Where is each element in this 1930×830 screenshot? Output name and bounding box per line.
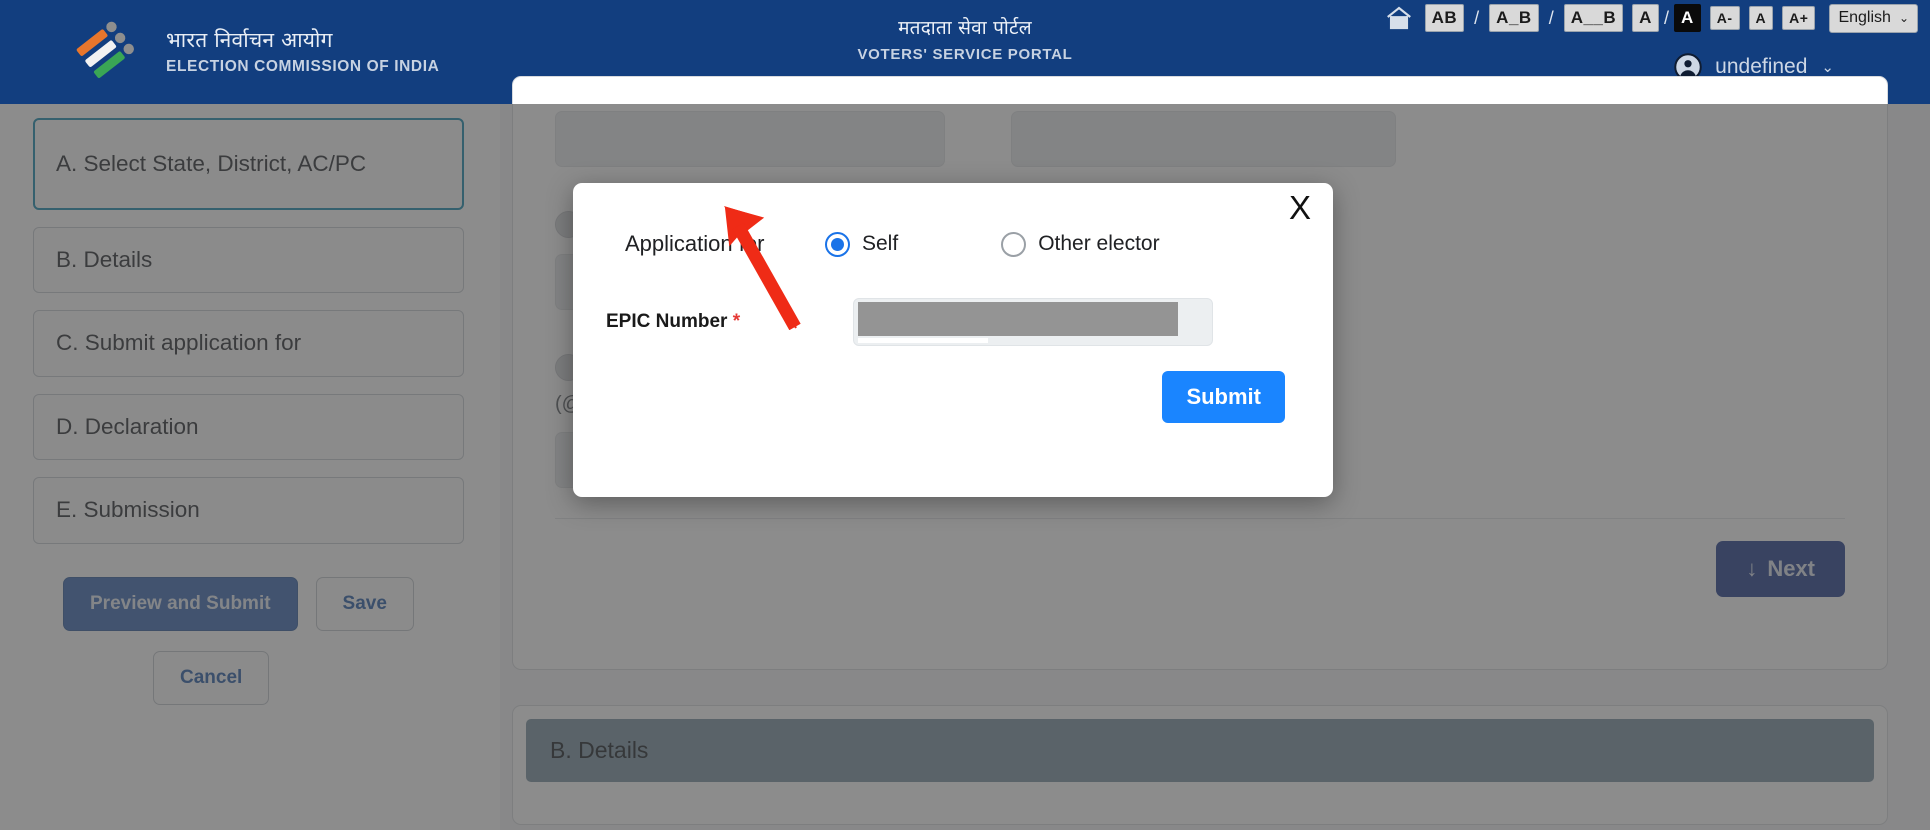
contrast-dark-button[interactable]: A: [1673, 4, 1701, 32]
epic-number-row: EPIC Number *: [573, 257, 1333, 346]
accessibility-toolbar: AB / A_B / A__B A / A A- A A+ English ⌄: [1382, 3, 1918, 33]
self-radio[interactable]: [825, 231, 850, 257]
other-elector-radio-option[interactable]: Other elector: [1001, 231, 1160, 257]
brand-title-hindi: भारत निर्वाचन आयोग: [166, 28, 333, 53]
letter-spacing-normal-button[interactable]: AB: [1424, 4, 1465, 32]
font-increase-button[interactable]: A+: [1782, 6, 1816, 30]
input-underline: [858, 338, 988, 343]
contrast-light-button[interactable]: A: [1632, 4, 1659, 32]
modal-action-row: Submit: [573, 346, 1333, 423]
application-for-row: Application for Self Other elector: [573, 183, 1333, 257]
brand-title-english: ELECTION COMMISSION OF INDIA: [166, 58, 440, 76]
eci-logo-icon: [70, 15, 144, 89]
brand-text: भारत निर्वाचन आयोग ELECTION COMMISSION O…: [166, 27, 439, 77]
font-decrease-button[interactable]: A-: [1709, 6, 1740, 30]
chevron-down-icon: ⌄: [1821, 59, 1834, 76]
accessibility-separator-2: /: [1548, 7, 1554, 28]
letter-spacing-wide-button[interactable]: A__B: [1563, 4, 1624, 32]
epic-number-label: EPIC Number *: [606, 311, 853, 333]
epic-number-label-text: EPIC Number: [606, 311, 728, 332]
language-selector[interactable]: English ⌄: [1829, 3, 1918, 33]
home-icon[interactable]: [1382, 3, 1416, 33]
epic-number-input[interactable]: [853, 298, 1213, 346]
language-selector-label: English: [1838, 8, 1891, 26]
other-elector-radio[interactable]: [1001, 231, 1027, 257]
contrast-toggle-group: A / A: [1632, 4, 1701, 32]
self-radio-option[interactable]: Self: [825, 231, 899, 257]
chevron-down-icon: ⌄: [1898, 10, 1909, 25]
submit-button[interactable]: Submit: [1162, 371, 1285, 423]
page-root: भारत निर्वाचन आयोग ELECTION COMMISSION O…: [0, 0, 1930, 830]
application-for-label: Application for: [625, 231, 765, 256]
font-normal-button[interactable]: A: [1748, 6, 1774, 30]
letter-spacing-medium-button[interactable]: A_B: [1489, 4, 1539, 32]
close-icon[interactable]: X: [1289, 191, 1311, 224]
application-for-modal: X Application for Self Other elector EPI…: [573, 183, 1333, 497]
self-radio-label: Self: [862, 232, 899, 255]
required-marker: *: [732, 311, 741, 332]
redaction-overlay: [858, 302, 1178, 336]
other-elector-radio-label: Other elector: [1038, 232, 1160, 255]
accessibility-separator-3: /: [1663, 7, 1669, 28]
brand-block: भारत निर्वाचन आयोग ELECTION COMMISSION O…: [0, 0, 439, 104]
accessibility-separator-1: /: [1474, 7, 1480, 28]
